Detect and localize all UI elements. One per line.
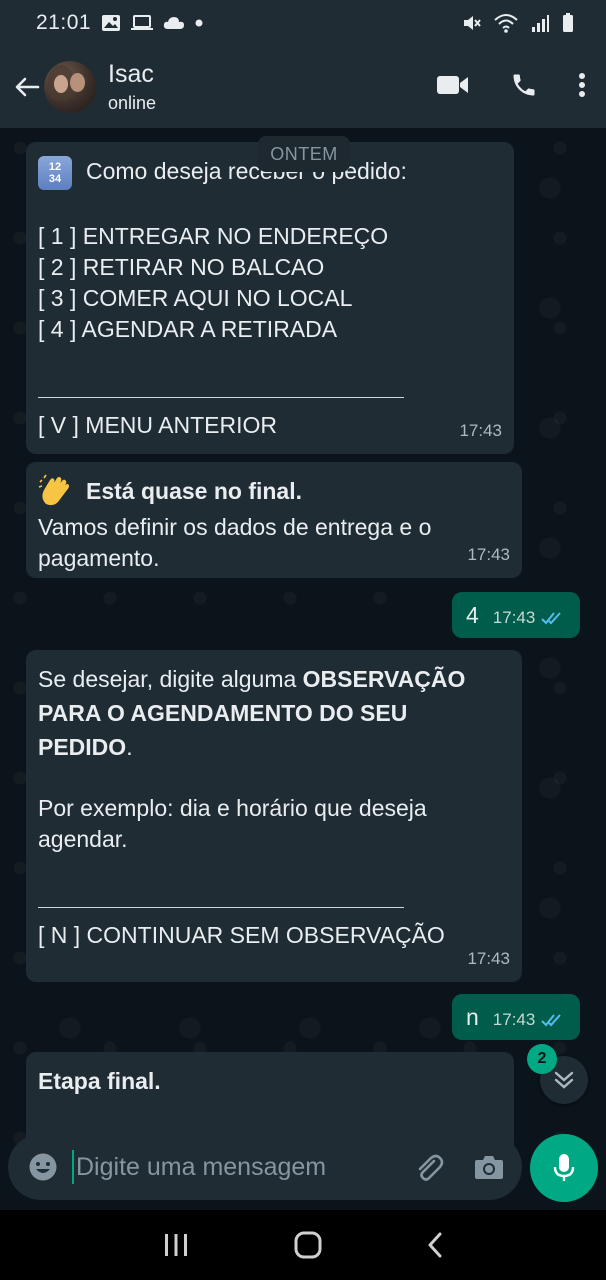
- microphone-icon: [553, 1154, 575, 1181]
- more-options-icon[interactable]: [578, 72, 586, 103]
- message-text: 4: [466, 601, 479, 628]
- notification-dot-icon: [195, 19, 203, 27]
- message-bubble-outgoing[interactable]: 4 17:43: [452, 592, 580, 638]
- date-chip: ONTEM: [258, 136, 350, 172]
- back-arrow-icon[interactable]: [12, 67, 42, 107]
- message-title: Etapa final.: [38, 1068, 161, 1094]
- message-line: Por exemplo: dia e horário que deseja: [38, 795, 427, 821]
- message-line: agendar.: [38, 826, 128, 852]
- unread-count-badge: 2: [527, 1044, 557, 1074]
- message-input[interactable]: [72, 1150, 412, 1184]
- message-line: Se desejar, digite alguma OBSERVAÇÃO: [38, 664, 510, 695]
- divider: [38, 397, 404, 398]
- clapping-hands-icon: [38, 474, 74, 508]
- video-call-icon[interactable]: [436, 74, 470, 101]
- message-bubble[interactable]: 12 34 Como deseja receber o pedido: [ 1 ] …: [26, 142, 514, 454]
- message-line: [ 4 ] AGENDAR A RETIRADA: [38, 316, 338, 342]
- message-time: 17:43: [467, 949, 510, 968]
- voice-call-icon[interactable]: [510, 71, 538, 104]
- voice-record-button[interactable]: [530, 1134, 598, 1202]
- text-plain: Se desejar, digite alguma: [38, 666, 303, 692]
- double-chevron-down-icon: [554, 1071, 574, 1089]
- message-footer: [ V ] MENU ANTERIOR: [38, 412, 277, 438]
- message-footer: [ N ] CONTINUAR SEM OBSERVAÇÃO: [38, 922, 445, 948]
- message-time: 17:43: [492, 1010, 536, 1029]
- signal-icon: [530, 13, 550, 33]
- gallery-icon: [101, 14, 121, 32]
- message-line: PEDIDO.: [38, 732, 510, 763]
- text-bold: PEDIDO: [38, 734, 127, 760]
- contact-info[interactable]: Isac online: [108, 59, 156, 115]
- message-line: Vamos definir os dados de entrega e o: [38, 514, 432, 540]
- message-line: [ 1 ] ENTREGAR NO ENDEREÇO: [38, 223, 389, 249]
- status-bar: 21:01: [0, 0, 606, 46]
- message-time: 17:43: [467, 545, 510, 564]
- message-line: Como deseja receber o pedido:: [86, 158, 407, 185]
- message-line: PARA O AGENDAMENTO DO SEU: [38, 700, 408, 726]
- home-icon[interactable]: [294, 1231, 322, 1259]
- mute-icon: [462, 13, 482, 33]
- contact-name: Isac: [108, 60, 154, 89]
- text-bold: OBSERVAÇÃO: [302, 666, 466, 692]
- keycap-1234-icon: 12 34: [38, 156, 72, 190]
- message-time: 17:43: [492, 608, 536, 627]
- chat-area[interactable]: 12 34 Como deseja receber o pedido: [ 1 ] …: [0, 128, 606, 1210]
- message-title: Está quase no final.: [86, 477, 302, 504]
- message-compose-bar: [8, 1134, 522, 1200]
- wifi-icon: [494, 13, 518, 33]
- message-bubble-outgoing[interactable]: n 17:43: [452, 994, 580, 1040]
- message-line: [ 3 ] COMER AQUI NO LOCAL: [38, 285, 353, 311]
- text-plain: .: [126, 734, 133, 760]
- camera-icon[interactable]: [474, 1154, 504, 1180]
- avatar[interactable]: [44, 61, 96, 113]
- back-nav-icon[interactable]: [427, 1232, 443, 1258]
- recent-apps-icon[interactable]: [163, 1233, 189, 1257]
- message-line: [ 2 ] RETIRAR NO BALCAO: [38, 254, 325, 280]
- read-ticks-icon: [541, 610, 565, 626]
- battery-icon: [562, 13, 574, 33]
- divider: [38, 907, 404, 908]
- chat-header: Isac online: [0, 46, 606, 128]
- status-time: 21:01: [36, 11, 92, 34]
- read-ticks-icon: [541, 1012, 565, 1028]
- message-line: [38, 190, 502, 221]
- message-bubble[interactable]: Está quase no final. Vamos definir os da…: [26, 462, 522, 578]
- message-line: pagamento.: [38, 545, 160, 571]
- message-bubble[interactable]: Se desejar, digite alguma OBSERVAÇÃO PAR…: [26, 650, 522, 982]
- contact-status: online: [108, 93, 157, 114]
- message-text: n: [466, 1003, 479, 1030]
- emoji-icon[interactable]: [28, 1152, 58, 1182]
- system-navigation-bar: [0, 1210, 606, 1280]
- laptop-icon: [131, 15, 154, 31]
- cloud-icon: [163, 16, 185, 30]
- attach-icon[interactable]: [412, 1151, 444, 1183]
- message-time: 17:43: [459, 421, 502, 440]
